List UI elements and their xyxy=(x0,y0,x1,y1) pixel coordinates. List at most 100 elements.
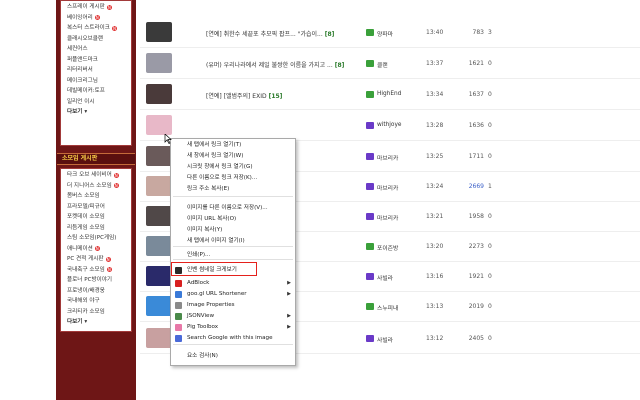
post-author[interactable]: 마브리카 xyxy=(377,153,398,162)
post-time: 13:13 xyxy=(426,303,444,310)
table-row[interactable]: [연예] 취한수 세끝포 추모픽 팝프... "가습이... [8] 양파마 13:4… xyxy=(140,18,640,48)
sidebar-item-label: 플로너 PC방이야기 xyxy=(67,277,113,283)
post-author[interactable]: HighEnd xyxy=(377,91,401,97)
sidebar-item-label: 봄버스 소모임 xyxy=(67,193,100,199)
sidebar-item-label: 일리언 이시 xyxy=(67,98,95,105)
post-title[interactable]: [연예] [앨범주의] EXID [15] xyxy=(206,91,356,100)
post-thumbnail[interactable] xyxy=(146,115,172,135)
sidebar-item[interactable]: PC 견적 게시판 N xyxy=(67,254,131,265)
post-thumbnail[interactable] xyxy=(146,206,172,226)
sidebar-item[interactable]: 스팀 소모임(PC게임) xyxy=(67,233,131,244)
context-menu-item[interactable]: 시크릿 창에서 링크 열기(G) xyxy=(172,162,294,172)
sidebar-item[interactable]: 베이잉어리 N xyxy=(67,13,131,24)
sidebar-item-label: 리터리버서 xyxy=(67,67,93,73)
sidebar-item[interactable]: 퍼플앤드마크 xyxy=(67,55,131,66)
context-menu-item-label: 이미지 복사(Y) xyxy=(187,227,223,233)
post-author[interactable]: withjoye xyxy=(377,122,401,128)
table-row[interactable]: withjoye 13:28 1636 0 xyxy=(140,111,640,141)
submenu-arrow-icon: ▶ xyxy=(287,313,291,319)
post-thumbnail[interactable] xyxy=(146,22,172,42)
post-recommend: 0 xyxy=(488,303,492,310)
sidebar-item[interactable]: 스프레이 게시판 N xyxy=(67,2,131,13)
extension-icon xyxy=(175,312,182,320)
post-time: 13:16 xyxy=(426,273,444,280)
post-title[interactable]: [연예] 취한수 세끝포 추모픽 팝프... "가습이... [8] xyxy=(206,29,356,38)
sidebar-item[interactable]: 메이크리그님 xyxy=(67,76,131,87)
context-menu: 새 탭에서 링크 열기(T) 새 창에서 링크 열기(W) 시크릿 창에서 링크 열… xyxy=(170,138,296,366)
sidebar-item[interactable]: 프로냉이/배경웅 xyxy=(67,286,131,297)
sidebar-item[interactable]: 봄버스 소모임 xyxy=(67,191,131,202)
context-menu-item[interactable]: 새 탭에서 이미지 열기(I) xyxy=(172,236,294,246)
extension-icon xyxy=(175,334,182,342)
sidebar-item[interactable]: 다보기 ▾ xyxy=(67,107,131,118)
post-author[interactable]: 스누피내 xyxy=(377,303,398,312)
context-menu-item[interactable]: 링크 주소 복사(E) xyxy=(172,184,294,194)
context-menu-item[interactable]: 새 창에서 링크 열기(W) xyxy=(172,151,294,161)
post-thumbnail[interactable] xyxy=(146,176,172,196)
context-menu-item[interactable]: goo.gl URL Shortener ▶ xyxy=(172,289,294,299)
sidebar-item[interactable]: 리듬게임 소모임 xyxy=(67,223,131,234)
post-thumbnail[interactable] xyxy=(146,146,172,166)
post-thumbnail[interactable] xyxy=(146,53,172,73)
post-author[interactable]: 클랜 xyxy=(377,60,388,69)
post-title[interactable]: (유머) 우리나라에서 제일 불쌍한 이름을 가지고 ... [8] xyxy=(206,60,356,69)
post-author[interactable]: 양파마 xyxy=(377,29,393,38)
sidebar-item[interactable]: 국내해외 야구 xyxy=(67,296,131,307)
sidebar-item[interactable]: 크리티카 소모임 xyxy=(67,307,131,318)
context-menu-item[interactable]: 새 탭에서 링크 열기(T) xyxy=(172,140,294,150)
context-menu-item[interactable]: 이미지 URL 복사(O) xyxy=(172,214,294,224)
sidebar-item[interactable]: 일리언 이시 xyxy=(67,97,131,108)
table-row[interactable]: [연예] [앨범주의] EXID [15] HighEnd 13:34 1637 0 xyxy=(140,80,640,110)
sidebar-item[interactable]: 클래시오브클랜 xyxy=(67,34,131,45)
sidebar-item[interactable]: 프라모델/피규어 xyxy=(67,202,131,213)
post-author[interactable]: 사빌라 xyxy=(377,273,393,282)
post-thumbnail[interactable] xyxy=(146,266,172,286)
context-menu-item[interactable]: 이미지를 다른 이름으로 저장(V)... xyxy=(172,203,294,213)
context-menu-item[interactable]: Pig Toolbox ▶ xyxy=(172,322,294,332)
sidebar-item[interactable]: 플로너 PC방이야기 xyxy=(67,275,131,286)
comment-count: [8] xyxy=(324,31,335,38)
post-thumbnail[interactable] xyxy=(146,84,172,104)
context-menu-item[interactable]: AdBlock ▶ xyxy=(172,278,294,288)
context-menu-item[interactable]: 다른 이름으로 링크 저장(K)... xyxy=(172,173,294,183)
post-author[interactable]: 마브리카 xyxy=(377,183,398,192)
sidebar: 스프레이 게시판 N 베이잉어리 N 복스터 스트라이크 N 클래시오브클랜 세컨어스 퍼플앤드… xyxy=(56,0,136,400)
sidebar-board-list: 스프레이 게시판 N 베이잉어리 N 복스터 스트라이크 N 클래시오브클랜 세컨어스 퍼플앤드… xyxy=(60,0,132,146)
sidebar-item[interactable]: 복스터 스트라이크 N xyxy=(67,23,131,34)
sidebar-item[interactable]: 리터리버서 xyxy=(67,65,131,76)
context-menu-item[interactable]: 요소 검사(N) xyxy=(172,351,294,361)
post-author[interactable]: 사빌라 xyxy=(377,335,393,344)
post-author[interactable]: 포이즌방 xyxy=(377,243,398,252)
post-views: 1711 xyxy=(468,153,484,160)
menu-separator xyxy=(173,259,293,260)
sidebar-item[interactable]: 더 지니어스 소모임 N xyxy=(67,181,131,192)
context-menu-item[interactable]: Image Properties xyxy=(172,300,294,310)
sidebar-item-label: 크리티카 소모임 xyxy=(67,308,105,315)
context-menu-item-label: AdBlock xyxy=(187,280,210,286)
post-author[interactable]: 마브리카 xyxy=(377,213,398,222)
context-menu-item[interactable]: 이미지 복사(Y) xyxy=(172,225,294,235)
sidebar-item[interactable]: 애니메이션 N xyxy=(67,244,131,255)
sidebar-item[interactable]: 세컨어스 xyxy=(67,44,131,55)
post-thumbnail[interactable] xyxy=(146,296,172,316)
sidebar-item[interactable]: 데빌메이커:토프 xyxy=(67,86,131,97)
table-row[interactable]: (유머) 우리나라에서 제일 불쌍한 이름을 가지고 ... [8] 클랜 13:37… xyxy=(140,49,640,79)
post-time: 13:12 xyxy=(426,335,444,342)
sidebar-item[interactable]: 다보기 ▾ xyxy=(67,317,131,328)
post-title-text: [연예] 취한수 세끝포 추모픽 팝프... "가습이... xyxy=(206,31,323,38)
user-level-icon xyxy=(366,91,374,98)
post-recommend: 0 xyxy=(488,60,492,67)
post-thumbnail[interactable] xyxy=(146,328,172,348)
menu-separator xyxy=(173,196,293,197)
post-title[interactable] xyxy=(206,122,356,129)
context-menu-item[interactable]: Search Google with this image xyxy=(172,333,294,343)
sidebar-item[interactable]: 국내축구 소모임 N xyxy=(67,265,131,276)
sidebar-item-label: 복스터 스트라이크 xyxy=(67,25,110,31)
post-thumbnail[interactable] xyxy=(146,236,172,256)
sidebar-item[interactable]: 포켓데이 소모임 xyxy=(67,212,131,223)
sidebar-item[interactable]: 타크 오브 세이비어 N xyxy=(67,170,131,181)
user-level-icon xyxy=(366,335,374,342)
sidebar-item-label: 다보기 ▾ xyxy=(67,109,88,115)
context-menu-item[interactable]: JSONView ▶ xyxy=(172,311,294,321)
post-time: 13:25 xyxy=(426,153,444,160)
